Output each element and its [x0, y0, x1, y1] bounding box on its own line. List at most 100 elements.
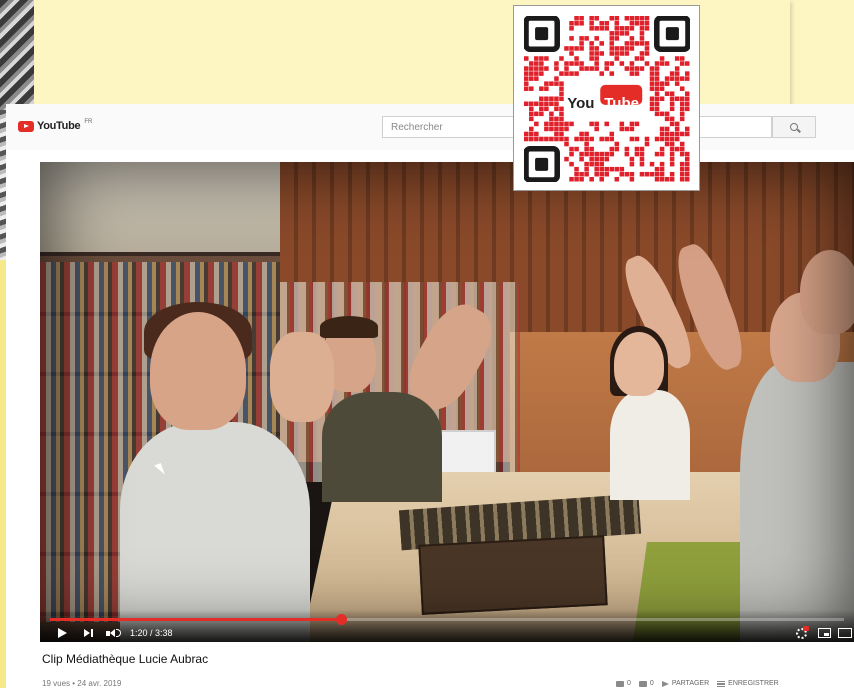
qr-module: [544, 106, 549, 112]
qr-module: [659, 131, 665, 137]
save-button[interactable]: ENREGISTRER: [717, 680, 779, 687]
dislike-button[interactable]: 0: [638, 680, 654, 687]
qr-module: [619, 46, 625, 51]
qr-module: [669, 161, 675, 167]
qr-module: [554, 66, 559, 71]
qr-module: [669, 131, 675, 137]
qr-module: [654, 96, 660, 102]
qr-module: [584, 151, 589, 157]
miniplayer-button[interactable]: [818, 626, 831, 640]
qr-module: [614, 31, 620, 36]
qr-module: [624, 26, 630, 31]
qr-module: [629, 136, 635, 142]
qr-module: [664, 61, 670, 66]
share-button[interactable]: PARTAGER: [661, 680, 709, 687]
qr-module: [559, 126, 564, 132]
qr-module: [544, 81, 549, 86]
qr-module: [579, 136, 584, 142]
qr-module: [684, 96, 690, 102]
qr-module: [639, 16, 645, 21]
qr-module: [614, 51, 620, 56]
video-player[interactable]: 1:20 / 3:38: [40, 162, 854, 642]
qr-module: [654, 111, 660, 117]
qr-module: [569, 61, 574, 66]
volume-button[interactable]: [106, 626, 121, 640]
qr-module: [634, 146, 640, 152]
qr-module: [609, 146, 615, 152]
qr-module: [584, 36, 589, 41]
qr-module: [669, 151, 675, 157]
qr-module: [679, 141, 685, 147]
qr-module: [564, 141, 569, 147]
progress-bar[interactable]: [50, 614, 844, 625]
qr-module: [624, 46, 630, 51]
qr-module: [654, 101, 660, 107]
qr-module: [559, 96, 564, 102]
qr-module: [564, 66, 569, 71]
qr-module: [619, 126, 625, 132]
qr-module: [539, 61, 544, 66]
qr-module: [559, 56, 564, 61]
qr-module: [529, 116, 534, 122]
qr-module: [659, 146, 665, 152]
qr-module: [654, 66, 660, 71]
qr-module: [649, 81, 655, 86]
next-icon: [84, 629, 93, 637]
qr-module: [549, 126, 554, 132]
qr-module: [544, 96, 549, 102]
qr-module: [594, 121, 599, 127]
qr-module: [624, 151, 630, 157]
qr-module: [679, 56, 685, 61]
qr-module: [569, 161, 574, 167]
qr-module: [629, 126, 635, 132]
qr-module: [629, 61, 635, 66]
qr-module: [619, 31, 625, 36]
qr-module: [659, 176, 665, 182]
qr-module: [639, 171, 645, 177]
qr-module: [649, 171, 655, 177]
qr-module: [654, 71, 660, 76]
qr-module: [529, 66, 534, 71]
next-button[interactable]: [84, 626, 93, 640]
qr-module: [534, 66, 539, 71]
qr-module: [674, 71, 680, 76]
qr-module: [669, 101, 675, 107]
qr-module: [589, 46, 594, 51]
qr-module: [614, 146, 620, 152]
qr-module: [569, 151, 574, 157]
theater-mode-button[interactable]: [838, 626, 852, 640]
qr-module: [554, 96, 559, 102]
qr-module: [569, 21, 574, 26]
play-button[interactable]: [58, 626, 67, 640]
progress-scrubber[interactable]: [336, 614, 348, 625]
qr-module: [614, 56, 620, 61]
qr-module: [609, 46, 615, 51]
qr-module: [599, 21, 604, 26]
qr-module: [674, 81, 680, 86]
qr-module: [639, 66, 645, 71]
qr-module: [669, 156, 675, 162]
qr-module: [624, 171, 630, 177]
qr-module: [634, 151, 640, 157]
qr-module: [684, 71, 690, 76]
qr-module: [539, 101, 544, 107]
qr-module: [584, 146, 589, 152]
settings-button[interactable]: [796, 625, 809, 640]
qr-module: [584, 171, 589, 177]
qr-module: [554, 81, 559, 86]
qr-module: [524, 86, 529, 91]
qr-module: [654, 176, 660, 182]
qr-module: [644, 16, 650, 21]
qr-module: [664, 111, 670, 117]
qr-module: [524, 76, 529, 81]
like-button[interactable]: 0: [616, 680, 631, 687]
qr-module: [634, 41, 640, 46]
qr-module: [574, 21, 579, 26]
youtube-logo[interactable]: YouTube FR: [18, 119, 92, 132]
qr-module: [614, 16, 620, 21]
qr-module: [574, 136, 579, 142]
qr-module: [599, 176, 604, 182]
qr-module: [679, 151, 685, 157]
qr-module: [629, 161, 635, 167]
search-button[interactable]: [772, 116, 816, 138]
